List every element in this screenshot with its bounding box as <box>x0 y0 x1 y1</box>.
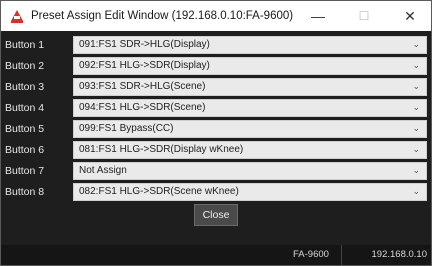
select-value: 092:FS1 HLG->SDR(Display) <box>79 60 210 71</box>
preset-select-button-6[interactable]: 081:FS1 HLG->SDR(Display wKnee) ⌄ <box>73 140 427 159</box>
close-button[interactable]: Close <box>194 204 238 226</box>
chevron-down-icon: ⌄ <box>412 38 420 49</box>
preset-select-button-1[interactable]: 091:FS1 SDR->HLG(Display) ⌄ <box>73 35 427 54</box>
row-label: Button 3 <box>5 80 45 93</box>
row-label: Button 1 <box>5 38 45 51</box>
close-button-container: Close <box>1 204 431 226</box>
select-value: 099:FS1 Bypass(CC) <box>79 123 174 134</box>
select-value: Not Assign <box>79 165 127 176</box>
assign-row-button-5: Button 5 099:FS1 Bypass(CC) ⌄ <box>1 118 431 139</box>
maximize-button[interactable]: ☐ <box>346 1 382 31</box>
chevron-down-icon: ⌄ <box>412 59 420 70</box>
chevron-down-icon: ⌄ <box>412 122 420 133</box>
chevron-down-icon: ⌄ <box>412 185 420 196</box>
chevron-down-icon: ⌄ <box>412 143 420 154</box>
close-window-button[interactable]: ✕ <box>392 1 428 31</box>
assign-row-button-6: Button 6 081:FS1 HLG->SDR(Display wKnee)… <box>1 139 431 160</box>
assign-row-button-1: Button 1 091:FS1 SDR->HLG(Display) ⌄ <box>1 34 431 55</box>
chevron-down-icon: ⌄ <box>412 80 420 91</box>
row-label: Button 7 <box>5 164 45 177</box>
app-logo-icon <box>9 8 25 24</box>
assign-row-button-3: Button 3 093:FS1 SDR->HLG(Scene) ⌄ <box>1 76 431 97</box>
button-assign-list: Button 1 091:FS1 SDR->HLG(Display) ⌄ But… <box>1 31 431 202</box>
assign-row-button-7: Button 7 Not Assign ⌄ <box>1 160 431 181</box>
chevron-down-icon: ⌄ <box>412 164 420 175</box>
assign-row-button-2: Button 2 092:FS1 HLG->SDR(Display) ⌄ <box>1 55 431 76</box>
row-label: Button 5 <box>5 122 45 135</box>
assign-row-button-8: Button 8 082:FS1 HLG->SDR(Scene wKnee) ⌄ <box>1 181 431 202</box>
select-value: 094:FS1 HLG->SDR(Scene) <box>79 102 206 113</box>
preset-select-button-2[interactable]: 092:FS1 HLG->SDR(Display) ⌄ <box>73 56 427 75</box>
select-value: 091:FS1 SDR->HLG(Display) <box>79 39 210 50</box>
title-bar[interactable]: Preset Assign Edit Window (192.168.0.10:… <box>1 1 431 31</box>
minimize-button[interactable]: — <box>300 1 336 31</box>
preset-select-button-4[interactable]: 094:FS1 HLG->SDR(Scene) ⌄ <box>73 98 427 117</box>
assign-row-button-4: Button 4 094:FS1 HLG->SDR(Scene) ⌄ <box>1 97 431 118</box>
select-value: 082:FS1 HLG->SDR(Scene wKnee) <box>79 186 239 197</box>
row-label: Button 2 <box>5 59 45 72</box>
select-value: 081:FS1 HLG->SDR(Display wKnee) <box>79 144 244 155</box>
row-label: Button 4 <box>5 101 45 114</box>
status-bar: FA-9600 192.168.0.10 <box>1 245 431 265</box>
status-ip-address: 192.168.0.10 <box>371 249 427 260</box>
row-label: Button 8 <box>5 185 45 198</box>
row-label: Button 6 <box>5 143 45 156</box>
select-value: 093:FS1 SDR->HLG(Scene) <box>79 81 206 92</box>
preset-select-button-7[interactable]: Not Assign ⌄ <box>73 161 427 180</box>
status-device-model: FA-9600 <box>281 245 342 265</box>
preset-select-button-5[interactable]: 099:FS1 Bypass(CC) ⌄ <box>73 119 427 138</box>
chevron-down-icon: ⌄ <box>412 101 420 112</box>
preset-select-button-8[interactable]: 082:FS1 HLG->SDR(Scene wKnee) ⌄ <box>73 182 427 201</box>
preset-select-button-3[interactable]: 093:FS1 SDR->HLG(Scene) ⌄ <box>73 77 427 96</box>
window-title: Preset Assign Edit Window (192.168.0.10:… <box>31 10 294 22</box>
preset-assign-window: Preset Assign Edit Window (192.168.0.10:… <box>0 0 432 266</box>
